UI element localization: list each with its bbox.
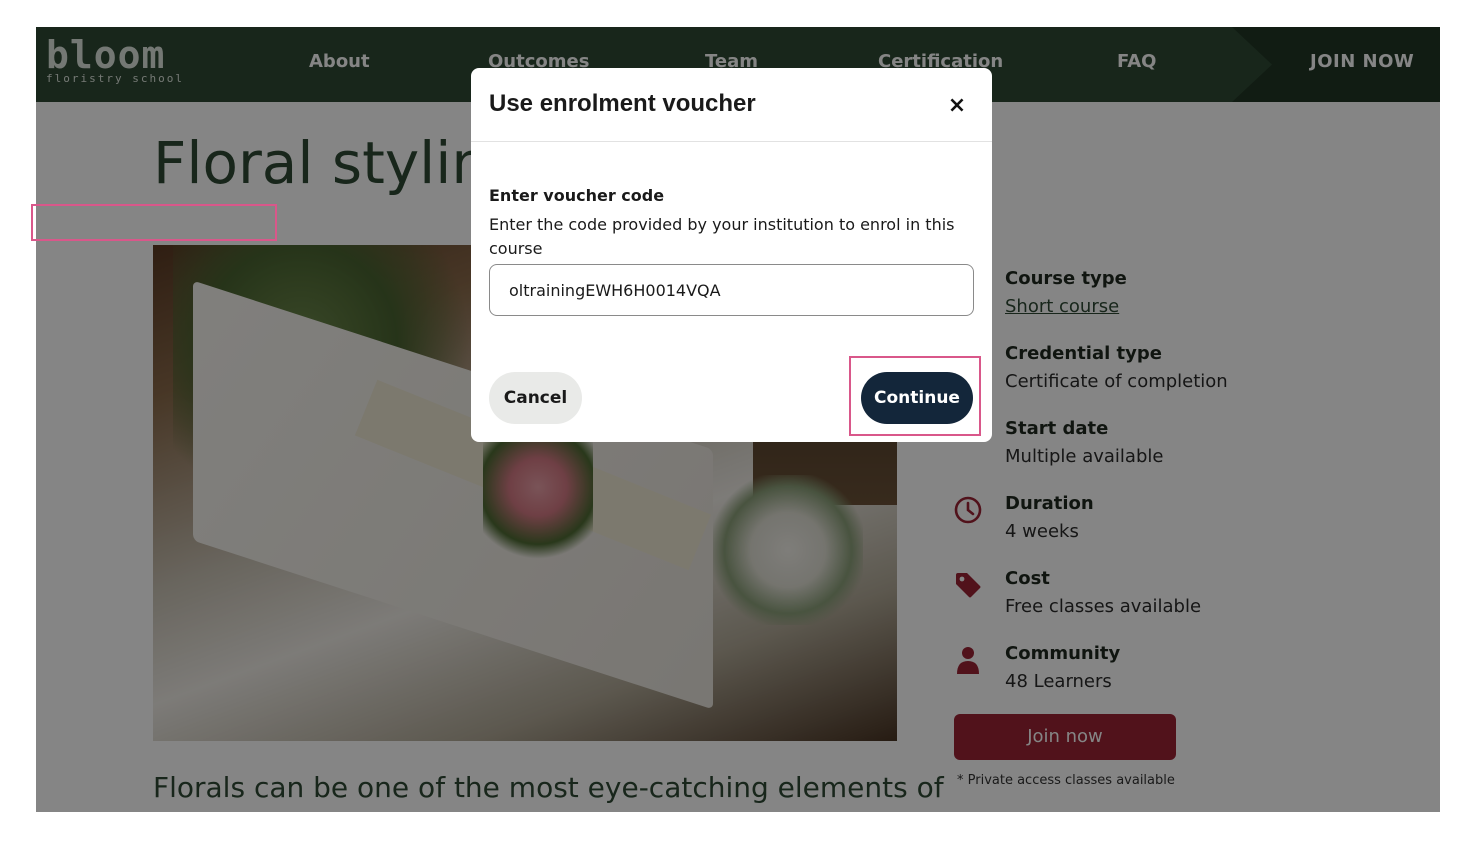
voucher-modal: Use enrolment voucher × Enter voucher co… (471, 68, 992, 442)
voucher-code-input[interactable] (489, 264, 974, 316)
voucher-help-text: Enter the code provided by your institut… (489, 215, 955, 258)
continue-button[interactable]: Continue (861, 372, 973, 424)
modal-divider (471, 141, 992, 142)
close-icon[interactable]: × (943, 92, 971, 120)
modal-title: Use enrolment voucher (489, 90, 756, 117)
cancel-button[interactable]: Cancel (489, 372, 582, 424)
voucher-field-label: Enter voucher code (489, 186, 665, 205)
